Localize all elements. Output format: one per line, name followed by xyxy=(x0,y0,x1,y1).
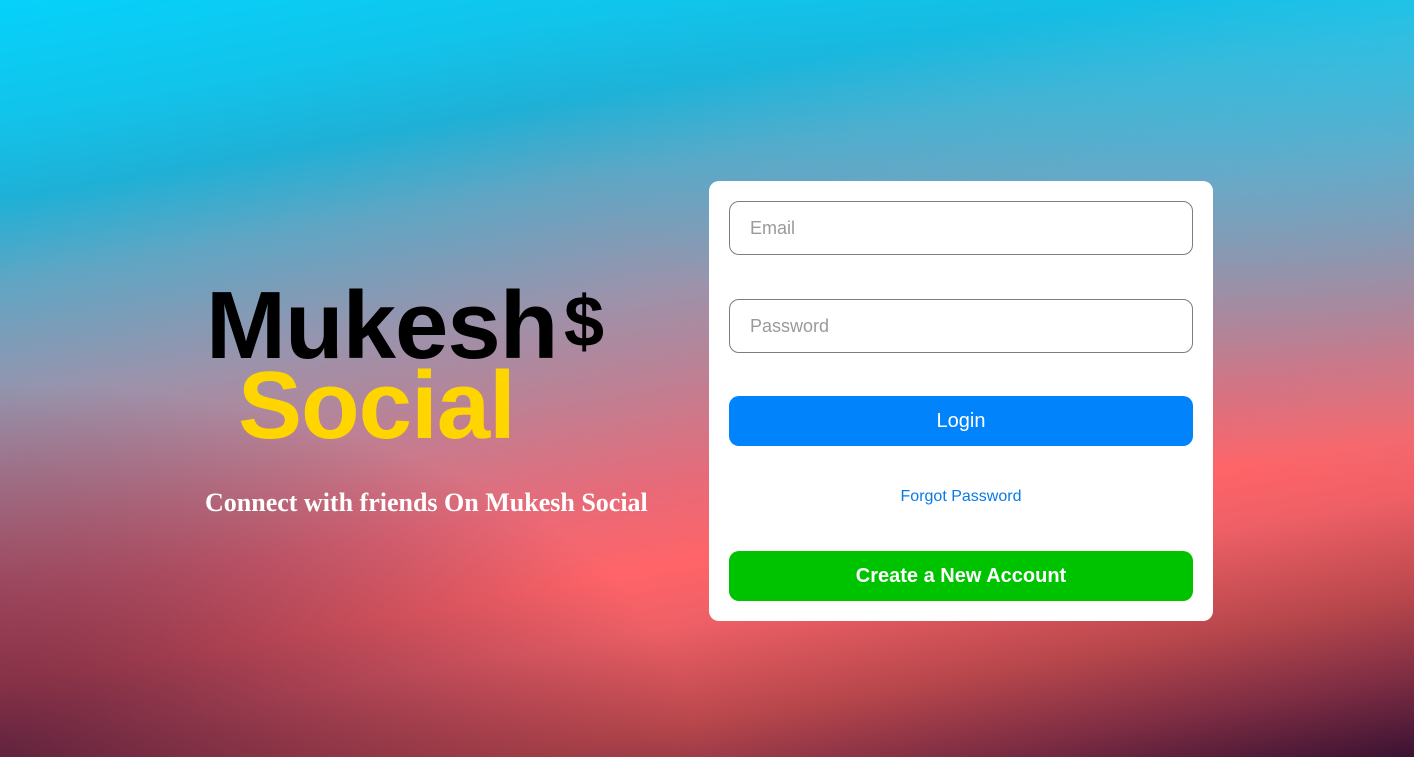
brand-dollar-symbol: $ xyxy=(564,282,604,362)
email-input[interactable] xyxy=(729,201,1193,255)
forgot-password-link[interactable]: Forgot Password xyxy=(709,488,1213,506)
brand-logo: Mukesh $ Social xyxy=(206,278,666,454)
password-input[interactable] xyxy=(729,299,1193,353)
brand-name-text: Mukesh xyxy=(206,272,558,379)
tagline: Connect with friends On Mukesh Social xyxy=(205,488,648,517)
login-button[interactable]: Login xyxy=(729,396,1193,446)
brand-name-line1: Mukesh $ xyxy=(206,278,666,374)
create-account-button[interactable]: Create a New Account xyxy=(729,551,1193,601)
login-card: Login Forgot Password Create a New Accou… xyxy=(709,181,1213,621)
